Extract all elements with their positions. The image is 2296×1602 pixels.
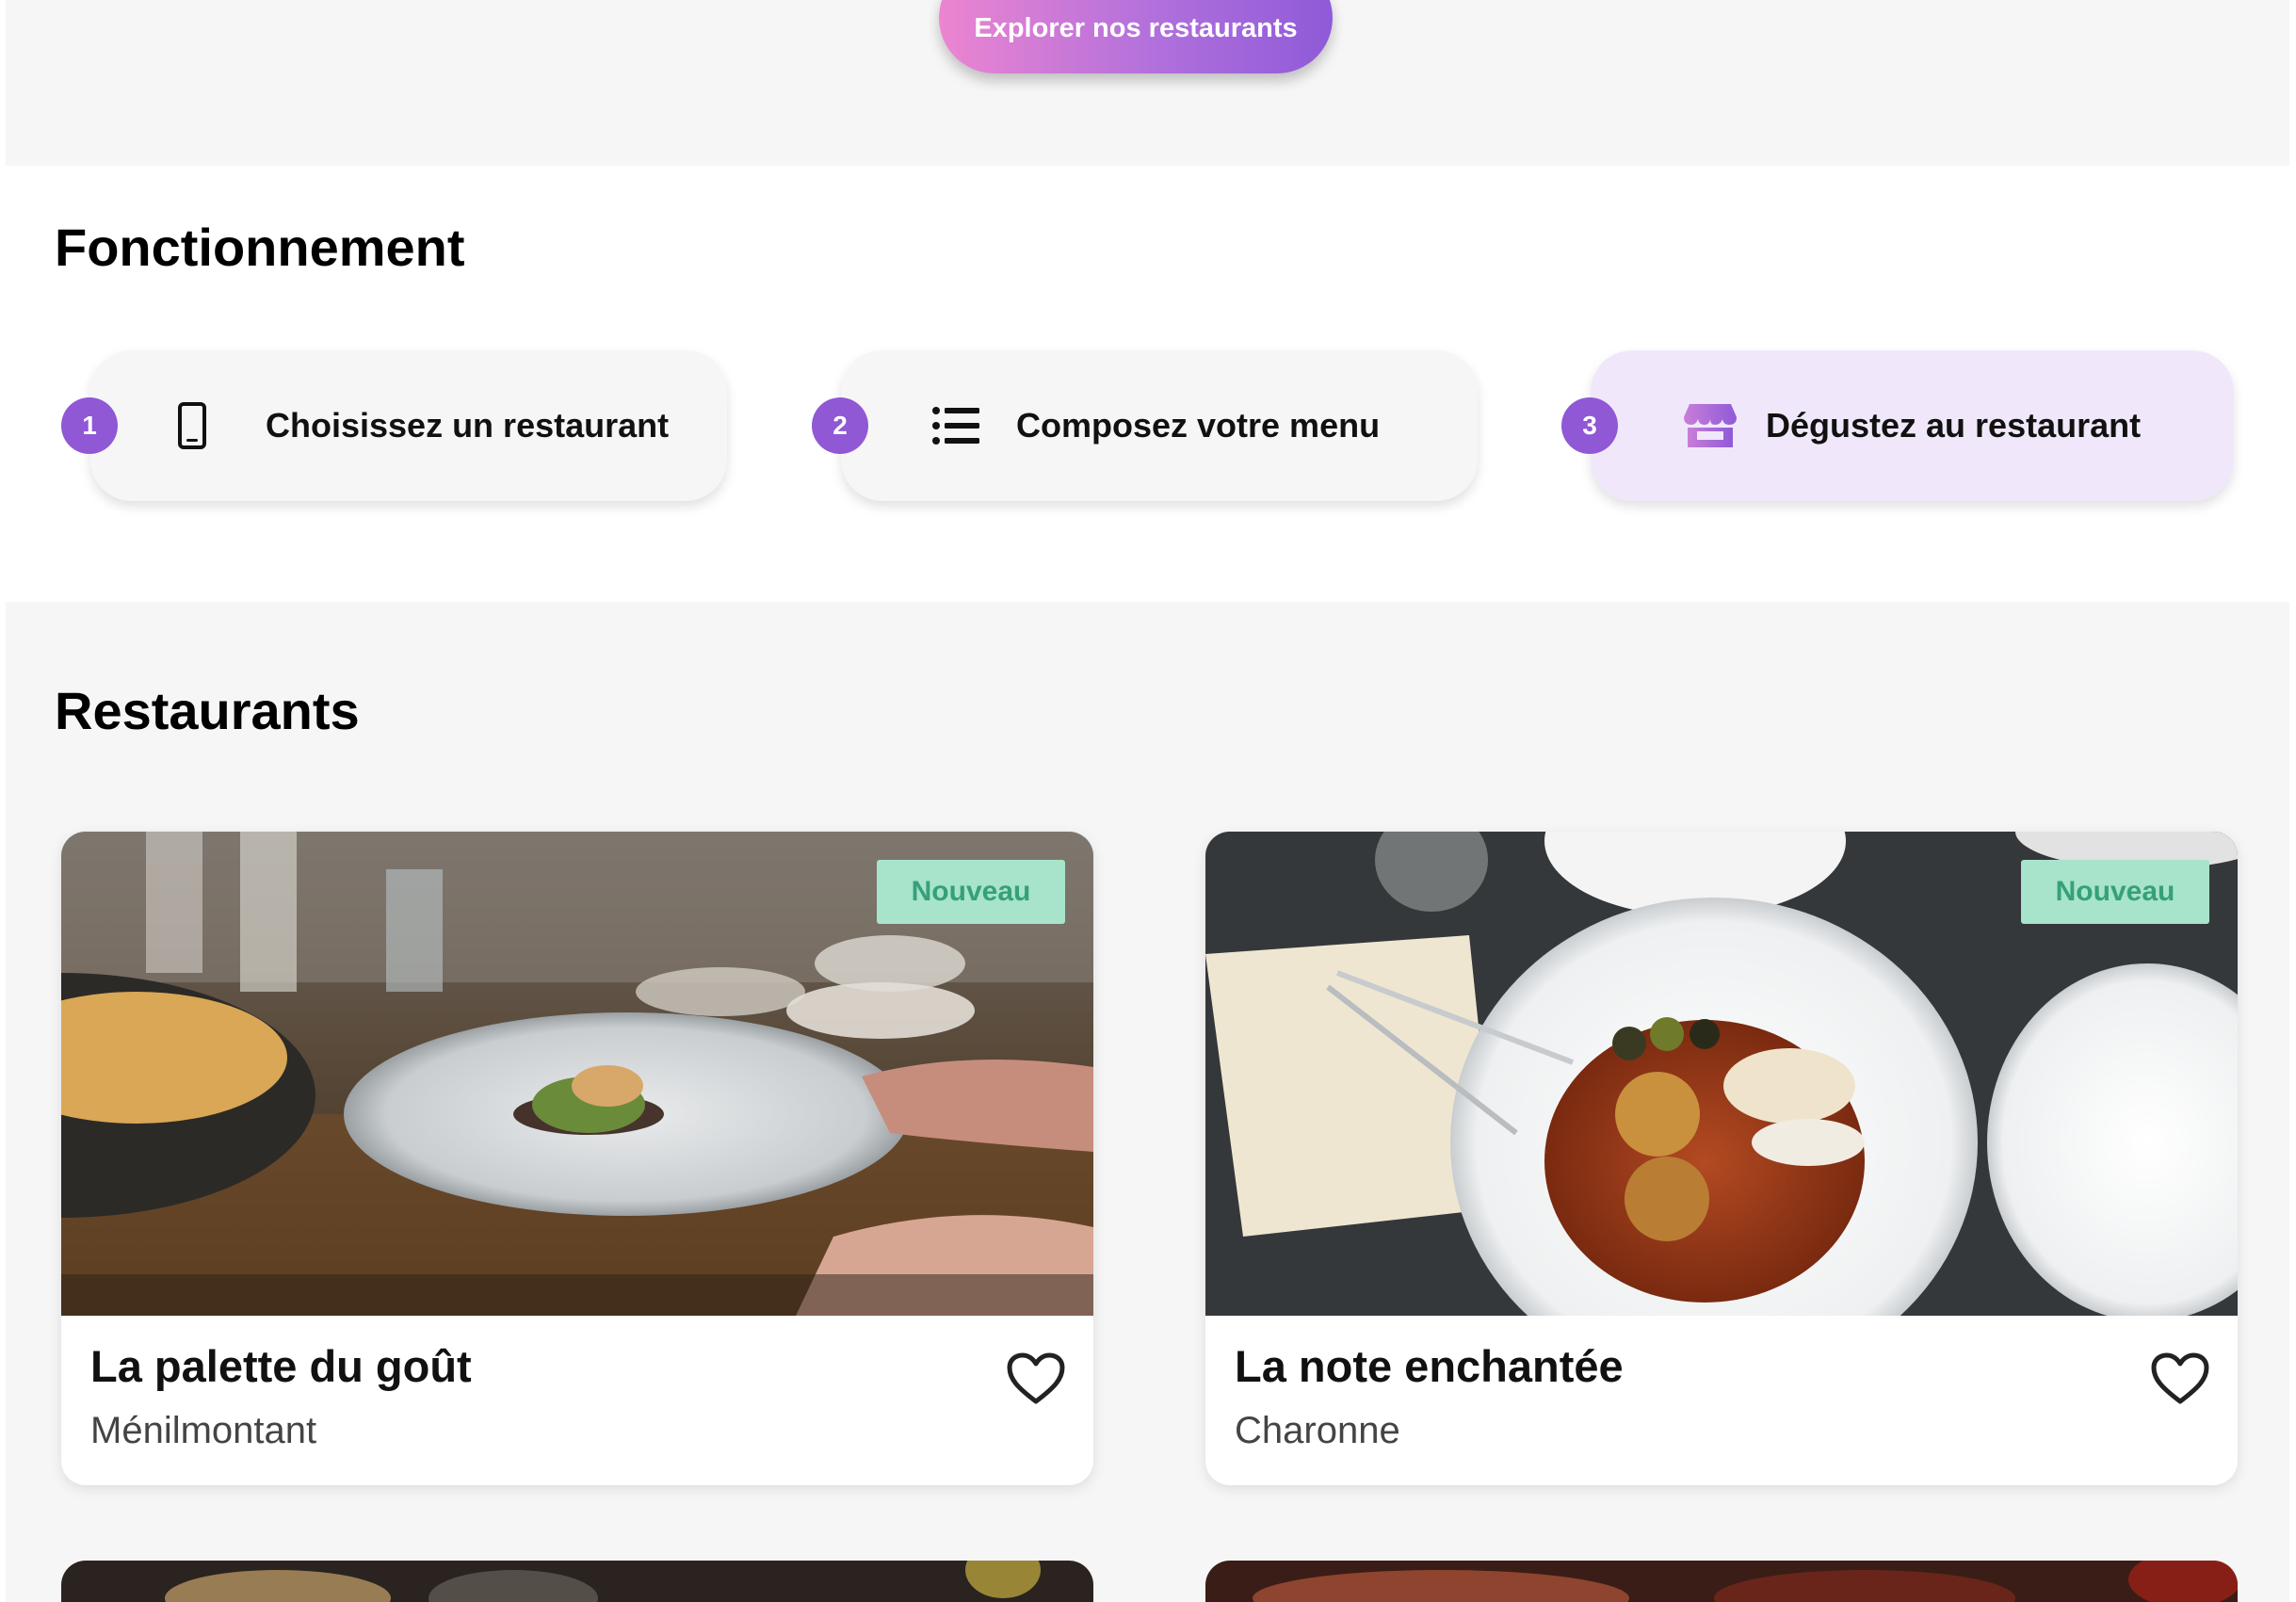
restaurants-title: Restaurants <box>55 681 360 740</box>
step-number-badge: 1 <box>61 397 118 454</box>
step-label: Dégustez au restaurant <box>1766 406 2142 445</box>
restaurant-card-partial[interactable] <box>61 1561 1093 1602</box>
restaurant-name: La note enchantée <box>1235 1341 1624 1391</box>
restaurant-name: La palette du goût <box>90 1341 472 1391</box>
step-label: Choisissez un restaurant <box>266 406 670 445</box>
list-icon <box>932 406 979 445</box>
favorite-heart-icon[interactable] <box>2149 1351 2211 1407</box>
restaurant-card[interactable]: Nouveau La note enchantée Charonne <box>1205 832 2238 1485</box>
hero-section: Explorer nos restaurants <box>6 0 2289 166</box>
step-number-badge: 3 <box>1561 397 1618 454</box>
step-compose-menu: Composez votre menu <box>841 350 1478 501</box>
new-badge: Nouveau <box>2021 860 2209 924</box>
restaurant-area: Ménilmontant <box>90 1410 317 1451</box>
scrollbar[interactable] <box>2289 0 2296 1602</box>
new-badge: Nouveau <box>877 860 1065 924</box>
restaurant-area: Charonne <box>1235 1410 1400 1451</box>
step-choose-restaurant: Choisissez un restaurant <box>90 350 727 501</box>
restaurant-card-partial[interactable] <box>1205 1561 2238 1602</box>
restaurant-card[interactable]: Nouveau La palette du goût Ménilmontant <box>61 832 1093 1485</box>
step-number-badge: 2 <box>812 397 868 454</box>
step-label: Composez votre menu <box>1016 406 1381 445</box>
how-it-works-title: Fonctionnement <box>55 218 465 277</box>
favorite-heart-icon[interactable] <box>1005 1351 1067 1407</box>
explore-restaurants-button[interactable]: Explorer nos restaurants <box>939 0 1333 73</box>
page: Explorer nos restaurants Fonctionnement … <box>0 0 2296 1602</box>
step-enjoy-restaurant: Dégustez au restaurant <box>1591 350 2234 501</box>
smartphone-icon <box>176 401 208 450</box>
storefront-icon <box>1683 402 1738 449</box>
